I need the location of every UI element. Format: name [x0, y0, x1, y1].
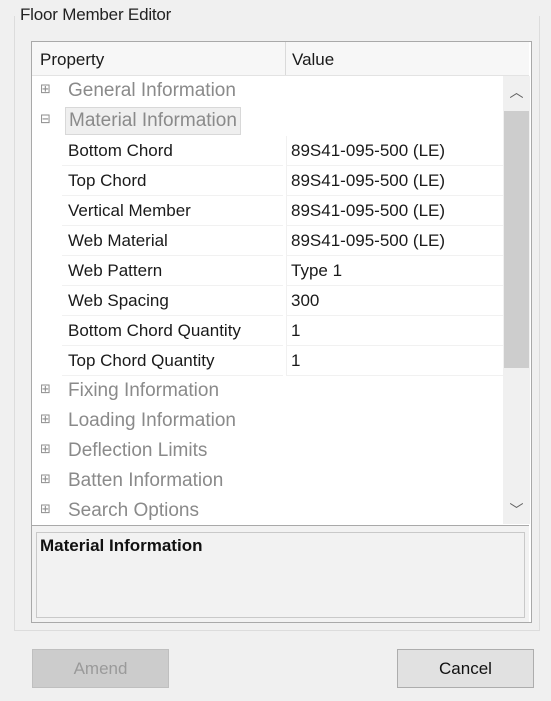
property-name[interactable]: Web Spacing	[62, 286, 283, 316]
floor-member-editor-dialog: Floor Member Editor Property Value ⊞ Gen…	[0, 0, 551, 701]
description-panel: Material Information	[32, 525, 529, 622]
header-property[interactable]: Property	[40, 42, 104, 75]
property-row-web-material[interactable]: Web Material 89S41-095-500 (LE)	[32, 226, 507, 256]
property-value[interactable]: Type 1	[286, 256, 507, 286]
category-search-options[interactable]: ⊞ Search Options	[32, 496, 502, 526]
property-row-bottom-chord-quantity[interactable]: Bottom Chord Quantity 1	[32, 316, 507, 346]
property-row-vertical-member[interactable]: Vertical Member 89S41-095-500 (LE)	[32, 196, 507, 226]
property-name[interactable]: Bottom Chord	[62, 136, 283, 166]
property-value[interactable]: 89S41-095-500 (LE)	[286, 196, 507, 226]
expand-icon[interactable]: ⊞	[40, 503, 51, 516]
chevron-up-icon[interactable]: ︿	[503, 80, 530, 106]
header-separator[interactable]	[285, 42, 286, 75]
category-label[interactable]: Fixing Information	[68, 376, 219, 406]
amend-button[interactable]: Amend	[32, 649, 169, 688]
category-label[interactable]: Deflection Limits	[68, 436, 207, 466]
category-deflection-limits[interactable]: ⊞ Deflection Limits	[32, 436, 502, 466]
category-loading-information[interactable]: ⊞ Loading Information	[32, 406, 502, 436]
property-name[interactable]: Vertical Member	[62, 196, 283, 226]
category-fixing-information[interactable]: ⊞ Fixing Information	[32, 376, 502, 406]
grid-header: Property Value	[32, 42, 529, 76]
property-row-top-chord-quantity[interactable]: Top Chord Quantity 1	[32, 346, 507, 376]
grid-rows: ⊞ General Information ⊟ Material Informa…	[32, 76, 507, 526]
property-row-top-chord[interactable]: Top Chord 89S41-095-500 (LE)	[32, 166, 507, 196]
collapse-icon[interactable]: ⊟	[40, 113, 51, 126]
property-value[interactable]: 300	[286, 286, 507, 316]
category-batten-information[interactable]: ⊞ Batten Information	[32, 466, 502, 496]
expand-icon[interactable]: ⊞	[40, 83, 51, 96]
property-name[interactable]: Web Material	[62, 226, 283, 256]
cancel-button[interactable]: Cancel	[397, 649, 534, 688]
property-value[interactable]: 89S41-095-500 (LE)	[286, 136, 507, 166]
expand-icon[interactable]: ⊞	[40, 383, 51, 396]
category-label[interactable]: Batten Information	[68, 466, 223, 496]
chevron-down-icon[interactable]: ﹀	[503, 498, 530, 524]
expand-icon[interactable]: ⊞	[40, 443, 51, 456]
category-label[interactable]: Material Information	[65, 107, 241, 135]
property-name[interactable]: Bottom Chord Quantity	[62, 316, 283, 346]
property-row-web-pattern[interactable]: Web Pattern Type 1	[32, 256, 507, 286]
description-title: Material Information	[40, 536, 203, 555]
category-label[interactable]: Loading Information	[68, 406, 236, 436]
scroll-thumb[interactable]	[504, 111, 529, 368]
property-row-web-spacing[interactable]: Web Spacing 300	[32, 286, 507, 316]
category-general-information[interactable]: ⊞ General Information	[32, 76, 502, 106]
property-value[interactable]: 1	[286, 346, 507, 376]
group-title: Floor Member Editor	[20, 5, 172, 24]
property-row-bottom-chord[interactable]: Bottom Chord 89S41-095-500 (LE)	[32, 136, 507, 166]
category-label[interactable]: General Information	[68, 76, 236, 106]
property-name[interactable]: Top Chord Quantity	[62, 346, 283, 376]
property-name[interactable]: Web Pattern	[62, 256, 283, 286]
property-value[interactable]: 89S41-095-500 (LE)	[286, 166, 507, 196]
property-value[interactable]: 1	[286, 316, 507, 346]
header-value[interactable]: Value	[292, 42, 334, 75]
property-value[interactable]: 89S41-095-500 (LE)	[286, 226, 507, 256]
property-grid[interactable]: Property Value ⊞ General Information ⊟ M…	[31, 41, 532, 623]
category-material-information[interactable]: ⊟ Material Information	[32, 106, 502, 136]
expand-icon[interactable]: ⊞	[40, 473, 51, 486]
property-name[interactable]: Top Chord	[62, 166, 283, 196]
vertical-scrollbar[interactable]: ︿ ﹀	[503, 76, 530, 524]
expand-icon[interactable]: ⊞	[40, 413, 51, 426]
category-label[interactable]: Search Options	[68, 496, 199, 526]
